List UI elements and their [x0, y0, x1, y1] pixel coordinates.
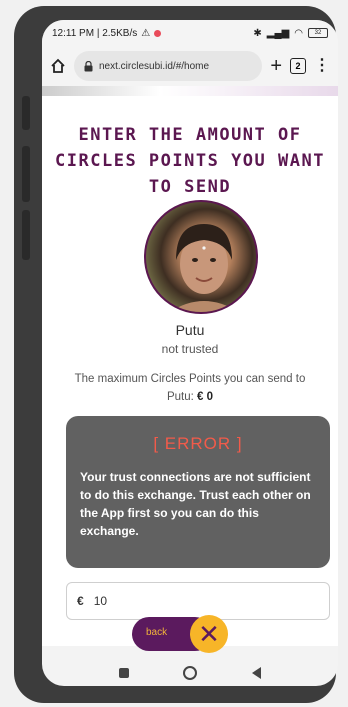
trust-status: not trusted	[161, 342, 219, 356]
phone-frame: 12:11 PM | 2.5KB/s ⚠ ✱ ▂▄▆ ◠ 32 next.cir…	[14, 6, 338, 703]
side-button	[22, 210, 30, 260]
wifi-icon: ◠	[294, 27, 303, 39]
system-nav-bar	[42, 660, 338, 686]
recents-icon[interactable]	[119, 668, 130, 678]
recipient-name: Putu	[175, 322, 205, 338]
page-content: ENTER THE AMOUNT OF CIRCLES POINTS YOU W…	[42, 86, 338, 646]
tab-switcher-button[interactable]: 2	[290, 58, 306, 74]
header-strip	[42, 86, 338, 96]
amount-value: 10	[93, 594, 108, 608]
lock-icon	[84, 60, 93, 71]
bluetooth-icon: ✱	[253, 27, 262, 39]
more-menu-icon[interactable]: ⋮	[314, 58, 330, 74]
address-bar[interactable]: next.circlesubi.id/#/home	[74, 51, 263, 81]
notification-icon: ⚠	[141, 27, 151, 39]
close-icon[interactable]: ✕	[190, 615, 228, 653]
phone-screen: 12:11 PM | 2.5KB/s ⚠ ✱ ▂▄▆ ◠ 32 next.cir…	[42, 20, 338, 686]
max-amount-value: € 0	[197, 391, 214, 403]
error-message: Your trust connections are not sufficien…	[80, 470, 311, 538]
power-button	[22, 146, 30, 202]
max-amount-info: The maximum Circles Points you can send …	[68, 370, 312, 406]
back-nav-icon[interactable]	[251, 667, 261, 679]
app-notification-icon	[154, 29, 162, 37]
max-amount-label: The maximum Circles Points you can send …	[74, 373, 306, 403]
home-icon[interactable]	[50, 58, 66, 74]
battery-icon: 32	[308, 28, 328, 38]
recipient-avatar	[144, 200, 258, 314]
browser-toolbar: next.circlesubi.id/#/home + 2 ⋮	[42, 46, 338, 86]
amount-input[interactable]: € 10	[66, 582, 330, 620]
back-label: back	[146, 627, 168, 638]
home-nav-icon[interactable]	[183, 666, 198, 680]
currency-icon: €	[77, 594, 84, 608]
avatar-photo	[169, 224, 239, 312]
error-title: [ ERROR ]	[153, 434, 243, 453]
page-title: ENTER THE AMOUNT OF CIRCLES POINTS YOU W…	[55, 125, 325, 197]
url-text: next.circlesubi.id/#/home	[99, 60, 210, 72]
status-time: 12:11 PM | 2.5KB/s	[52, 27, 138, 39]
volume-button	[22, 96, 30, 130]
signal-icon: ▂▄▆	[266, 27, 290, 39]
status-bar: 12:11 PM | 2.5KB/s ⚠ ✱ ▂▄▆ ◠ 32	[42, 20, 338, 46]
new-tab-icon[interactable]: +	[270, 56, 282, 76]
error-panel: [ ERROR ] Your trust connections are not…	[66, 416, 330, 568]
